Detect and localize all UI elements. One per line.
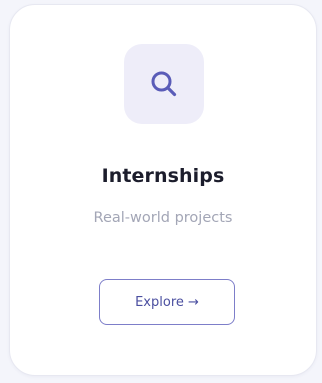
explore-button[interactable]: Explore → xyxy=(99,279,235,325)
search-icon xyxy=(149,69,179,99)
icon-tile xyxy=(124,44,204,124)
internships-card: Internships Real-world projects Explore … xyxy=(9,4,317,376)
card-subtitle: Real-world projects xyxy=(93,210,233,226)
card-title: Internships xyxy=(101,165,225,187)
